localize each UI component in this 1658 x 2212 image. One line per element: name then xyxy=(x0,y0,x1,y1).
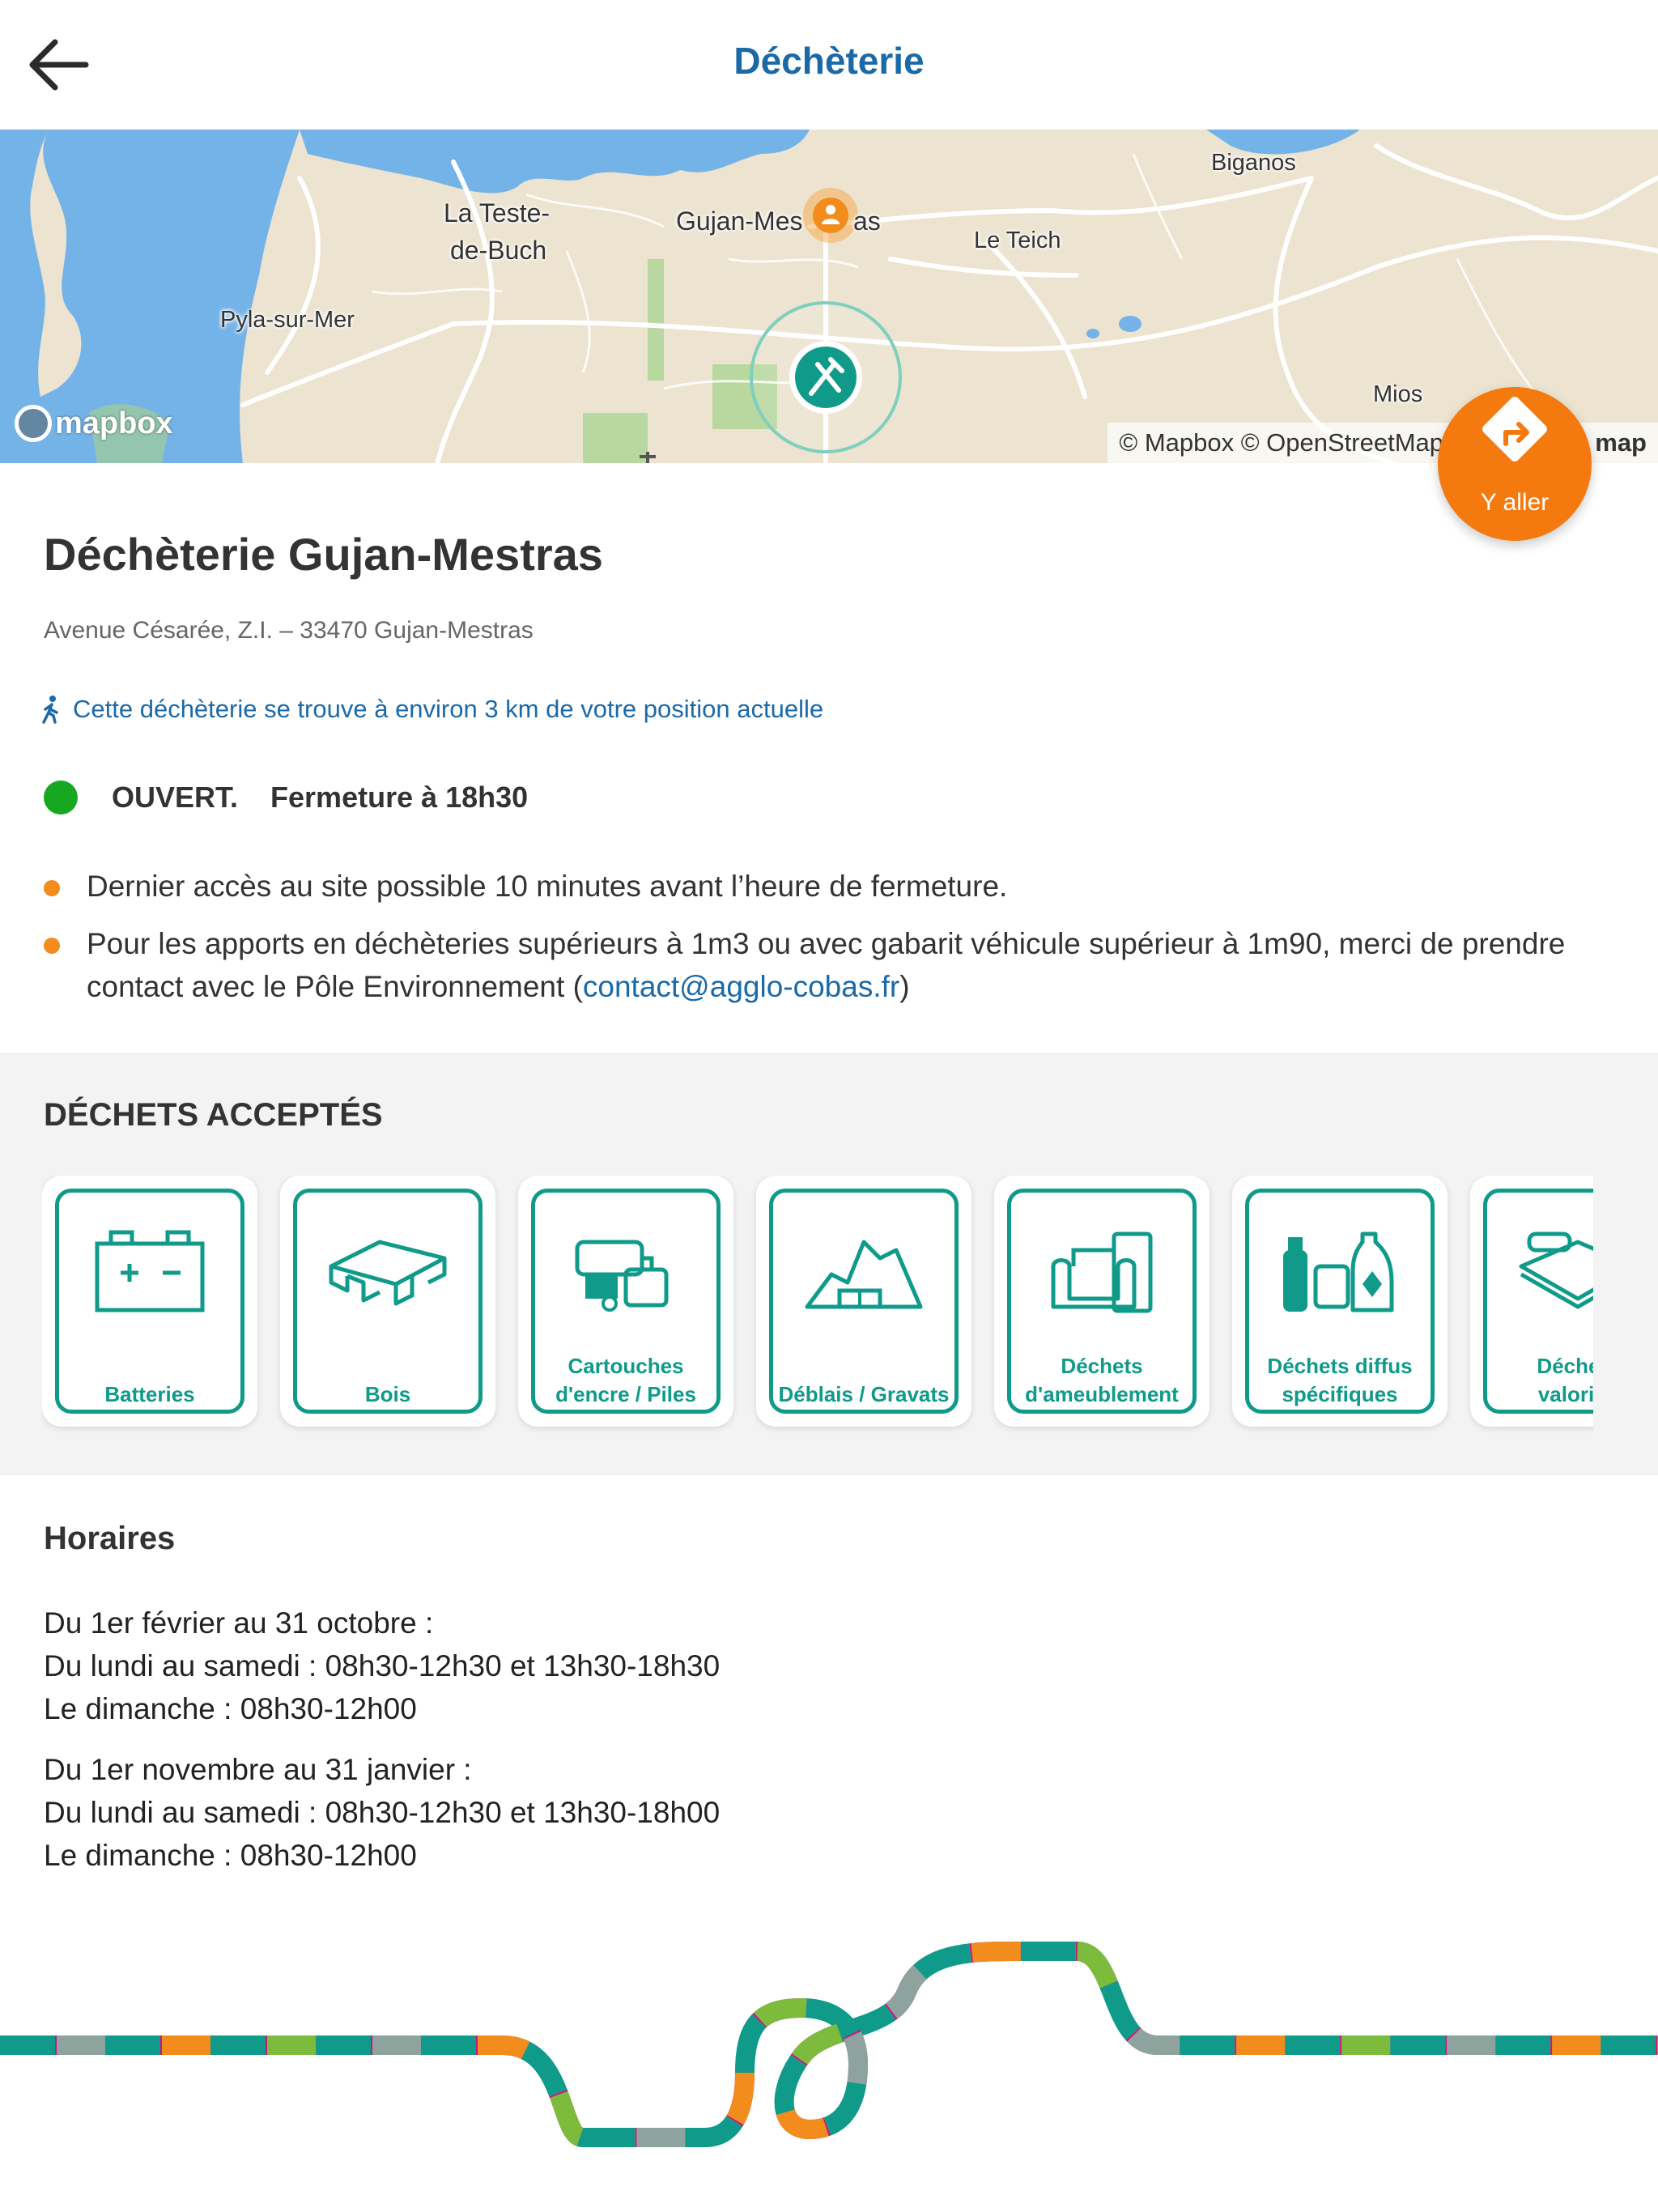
attribution-text-end: map xyxy=(1595,428,1647,457)
map-label-de-buch: de-Buch xyxy=(450,236,547,265)
period-weekdays: Du lundi au samedi : 08h30-12h30 et 13h3… xyxy=(44,1649,721,1682)
opening-status: OUVERT. Fermeture à 18h30 xyxy=(44,781,528,815)
rubble-icon xyxy=(805,1240,923,1309)
waste-card-label: Cartouches d'encre / Piles xyxy=(555,1354,696,1406)
waste-card-valorisables[interactable]: Déchetsvalorisa xyxy=(1470,1176,1593,1427)
list-item: Pour les apports en déchèteries supérieu… xyxy=(44,922,1582,1008)
pallet-icon xyxy=(329,1240,447,1306)
battery-icon xyxy=(95,1230,205,1312)
period-heading: Du 1er novembre au 31 janvier : xyxy=(44,1753,472,1786)
map-label-mios: Mios xyxy=(1373,381,1423,407)
waste-card-deblais[interactable]: Déblais / Gravats xyxy=(756,1176,971,1427)
accepted-waste-section: DÉCHETS ACCEPTÉS Batteries Bois Cartouch… xyxy=(0,1053,1658,1475)
site-name: Déchèterie Gujan-Mestras xyxy=(44,529,603,580)
period-weekdays: Du lundi au samedi : 08h30-12h30 et 13h3… xyxy=(44,1796,721,1829)
hours-period-2: Du 1er novembre au 31 janvier : Du lundi… xyxy=(44,1748,720,1877)
waste-card-label: Déblais / Gravats xyxy=(778,1382,950,1406)
distance-text: Cette déchèterie se trouve à environ 3 k… xyxy=(73,695,824,723)
closing-time: Fermeture à 18h30 xyxy=(270,781,529,814)
hours-title: Horaires xyxy=(44,1521,176,1556)
walking-icon xyxy=(42,696,58,724)
map-background xyxy=(0,130,1658,463)
go-directions-button[interactable]: Y aller xyxy=(1438,387,1592,541)
bullet-icon xyxy=(44,938,60,954)
status-badge: OUVERT. xyxy=(112,781,239,814)
waste-card-diffus[interactable]: Déchets diffus spécifiques xyxy=(1232,1176,1448,1427)
waste-carousel[interactable]: Batteries Bois Cartouches d'encre / Piles xyxy=(42,1176,1593,1436)
notes-list: Dernier accès au site possible 10 minute… xyxy=(44,865,1582,1023)
email-link[interactable]: contact@agglo-cobas.fr xyxy=(583,970,899,1003)
section-title: DÉCHETS ACCEPTÉS xyxy=(44,1097,383,1133)
furniture-icon xyxy=(1051,1231,1153,1313)
cartridge-icon xyxy=(575,1240,669,1312)
waste-card-label: Déchets diffus spécifiques xyxy=(1267,1354,1413,1406)
top-bar: Déchèterie xyxy=(0,0,1658,130)
map-label-le-teich: Le Teich xyxy=(974,228,1061,253)
period-sunday: Le dimanche : 08h30-12h00 xyxy=(44,1692,417,1725)
distance-info: Cette déchèterie se trouve à environ 3 k… xyxy=(40,695,823,724)
site-address: Avenue Césarée, Z.I. – 33470 Gujan-Mestr… xyxy=(44,617,534,644)
map-label-pyla: Pyla-sur-Mer xyxy=(220,307,355,333)
attribution-text: © Mapbox © OpenStreetMap I xyxy=(1119,428,1458,457)
turn-right-arrow-icon xyxy=(1503,422,1529,446)
waste-card-label: Batteries xyxy=(104,1382,195,1406)
map-view[interactable]: La Teste- de-Buch Gujan-Mes as Le Teich … xyxy=(0,130,1658,463)
waste-card-bois[interactable]: Bois xyxy=(280,1176,495,1427)
mapbox-logo-text: mapbox xyxy=(55,406,173,440)
note-text: Dernier accès au site possible 10 minute… xyxy=(87,870,1008,903)
decorative-ribbon xyxy=(0,1942,1658,2147)
mapbox-icon xyxy=(15,405,52,442)
waste-card-label: Déchetsvalorisa xyxy=(1537,1354,1593,1406)
status-open-indicator xyxy=(44,781,78,815)
waste-card-label: Bois xyxy=(364,1382,411,1406)
go-button-label: Y aller xyxy=(1480,489,1550,516)
waste-card-batteries[interactable]: Batteries xyxy=(42,1176,257,1427)
chemicals-icon xyxy=(1283,1231,1394,1312)
note-text-end: ) xyxy=(899,970,910,1003)
bullet-icon xyxy=(44,880,60,896)
map-label-la-teste: La Teste- xyxy=(444,198,551,228)
period-sunday: Le dimanche : 08h30-12h00 xyxy=(44,1839,417,1872)
period-heading: Du 1er février au 31 octobre : xyxy=(44,1606,434,1640)
waste-card-cartouches[interactable]: Cartouches d'encre / Piles xyxy=(518,1176,733,1427)
hours-period-1: Du 1er février au 31 octobre : Du lundi … xyxy=(44,1602,720,1730)
map-label-biganos: Biganos xyxy=(1211,150,1296,176)
waste-card-ameublement[interactable]: Déchets d'ameublement xyxy=(994,1176,1209,1427)
mapbox-logo[interactable]: mapbox xyxy=(15,405,173,442)
list-item: Dernier accès au site possible 10 minute… xyxy=(44,865,1582,908)
waste-card-label: Déchets d'ameublement xyxy=(1025,1354,1179,1406)
map-label-gujan: Gujan-Mes xyxy=(676,206,803,236)
opening-hours: Du 1er février au 31 octobre : Du lundi … xyxy=(44,1602,720,1895)
paper-icon xyxy=(1519,1231,1593,1309)
page-title: Déchèterie xyxy=(733,40,925,82)
map-label-gujan-end: as xyxy=(853,206,881,236)
